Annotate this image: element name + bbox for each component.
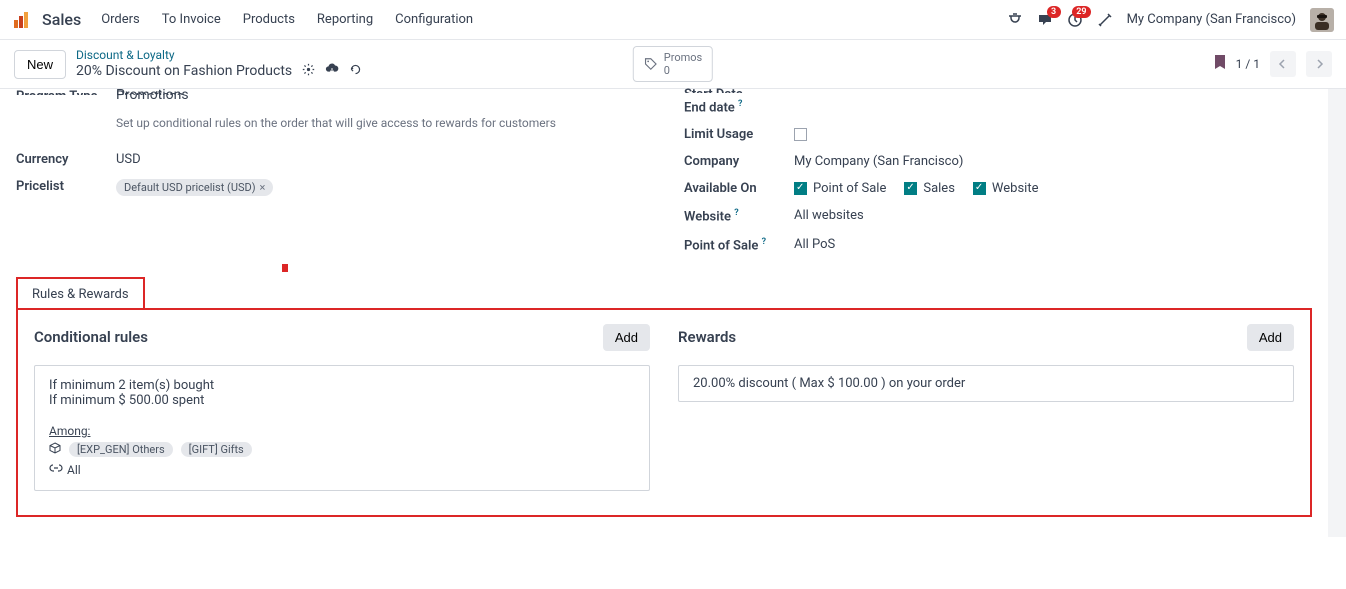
help-icon[interactable]: ? bbox=[762, 237, 766, 247]
rules-title: Conditional rules bbox=[34, 328, 148, 346]
app-title[interactable]: Sales bbox=[42, 10, 81, 29]
topbar-right: 3 29 My Company (San Francisco) bbox=[1007, 8, 1334, 32]
company-selector[interactable]: My Company (San Francisco) bbox=[1127, 12, 1296, 27]
pricelist-tag-label: Default USD pricelist (USD) bbox=[124, 181, 256, 194]
company-label: Company bbox=[684, 154, 794, 169]
nav-configuration[interactable]: Configuration bbox=[395, 12, 473, 27]
phone-icon[interactable] bbox=[1007, 12, 1023, 28]
conditional-rules-section: Conditional rules Add If minimum 2 item(… bbox=[34, 324, 650, 491]
pager-next-button[interactable] bbox=[1306, 51, 1332, 77]
pos-label: Point of Sale ? bbox=[684, 237, 794, 253]
company-value[interactable]: My Company (San Francisco) bbox=[794, 154, 1312, 169]
end-date-label: End date ? bbox=[684, 99, 794, 115]
app-logo-icon bbox=[12, 10, 32, 30]
user-avatar[interactable] bbox=[1310, 8, 1334, 32]
tab-rules-rewards[interactable]: Rules & Rewards bbox=[16, 277, 145, 310]
bookmark-icon[interactable] bbox=[1214, 55, 1226, 73]
reward-card[interactable]: 20.00% discount ( Max $ 100.00 ) on your… bbox=[678, 365, 1294, 402]
program-type-value-display[interactable]: Promotions bbox=[116, 87, 644, 103]
limit-usage-label: Limit Usage bbox=[684, 127, 794, 142]
website-label: Website ? bbox=[684, 208, 794, 224]
website-checkbox[interactable] bbox=[973, 182, 986, 195]
cube-icon bbox=[49, 442, 61, 457]
rule-line-2: If minimum $ 500.00 spent bbox=[49, 393, 635, 408]
pager-prev-button[interactable] bbox=[1270, 51, 1296, 77]
tools-icon[interactable] bbox=[1097, 12, 1113, 28]
nav-reporting[interactable]: Reporting bbox=[317, 12, 373, 27]
website-value[interactable]: All websites bbox=[794, 208, 1312, 223]
available-on-label: Available On bbox=[684, 181, 794, 196]
start-date-label: Start Date bbox=[684, 87, 794, 93]
link-icon bbox=[49, 463, 63, 478]
sales-checkbox[interactable] bbox=[904, 182, 917, 195]
promos-count: 0 bbox=[664, 64, 702, 77]
record-title: 20% Discount on Fashion Products bbox=[76, 63, 292, 79]
available-sales[interactable]: Sales bbox=[904, 181, 955, 196]
help-icon[interactable]: ? bbox=[734, 208, 738, 218]
pager-text[interactable]: 1 / 1 bbox=[1236, 57, 1260, 71]
currency-value[interactable]: USD bbox=[116, 152, 644, 167]
all-label: All bbox=[67, 463, 81, 477]
product-tag-1[interactable]: [EXP_GEN] Others bbox=[69, 442, 173, 457]
tag-icon bbox=[644, 57, 658, 71]
gear-icon[interactable] bbox=[302, 63, 315, 80]
breadcrumb-parent[interactable]: Discount & Loyalty bbox=[76, 48, 362, 62]
scrollbar[interactable] bbox=[1328, 89, 1346, 537]
pricelist-tag[interactable]: Default USD pricelist (USD) × bbox=[116, 179, 273, 196]
help-icon[interactable]: ? bbox=[738, 99, 742, 109]
promos-stat-button[interactable]: Promos 0 bbox=[633, 46, 713, 82]
form-view: Program Type Promotions x Promotions Set… bbox=[0, 89, 1328, 537]
limit-usage-checkbox[interactable] bbox=[794, 128, 807, 141]
close-icon[interactable]: × bbox=[260, 181, 266, 194]
pricelist-label: Pricelist bbox=[16, 179, 116, 194]
add-reward-button[interactable]: Add bbox=[1247, 324, 1294, 351]
activities-icon[interactable]: 29 bbox=[1067, 12, 1083, 28]
main-nav: Orders To Invoice Products Reporting Con… bbox=[101, 12, 473, 27]
among-label: Among: bbox=[49, 424, 635, 438]
undo-icon[interactable] bbox=[349, 63, 362, 80]
available-pos[interactable]: Point of Sale bbox=[794, 181, 886, 196]
rule-line-1: If minimum 2 item(s) bought bbox=[49, 378, 635, 393]
rewards-title: Rewards bbox=[678, 328, 736, 346]
messages-icon[interactable]: 3 bbox=[1037, 12, 1053, 28]
breadcrumb-current: 20% Discount on Fashion Products bbox=[76, 62, 362, 80]
product-tag-2[interactable]: [GIFT] Gifts bbox=[181, 442, 252, 457]
program-type-help: Set up conditional rules on the order th… bbox=[16, 112, 644, 140]
breadcrumb: Discount & Loyalty 20% Discount on Fashi… bbox=[76, 48, 362, 80]
rewards-section: Rewards Add 20.00% discount ( Max $ 100.… bbox=[678, 324, 1294, 491]
nav-orders[interactable]: Orders bbox=[101, 12, 140, 27]
messages-badge: 3 bbox=[1047, 6, 1061, 18]
rules-rewards-panel: Conditional rules Add If minimum 2 item(… bbox=[16, 308, 1312, 517]
nav-to-invoice[interactable]: To Invoice bbox=[162, 12, 221, 27]
add-rule-button[interactable]: Add bbox=[603, 324, 650, 351]
cloud-icon[interactable] bbox=[325, 62, 339, 80]
program-type-label: Program Type bbox=[16, 89, 116, 95]
subbar-right: 1 / 1 bbox=[1214, 51, 1332, 77]
right-column: Start Date End date ? Limit Usage Compan… bbox=[684, 89, 1312, 259]
available-website[interactable]: Website bbox=[973, 181, 1039, 196]
activities-badge: 29 bbox=[1072, 6, 1090, 18]
topbar: Sales Orders To Invoice Products Reporti… bbox=[0, 0, 1346, 40]
rule-card[interactable]: If minimum 2 item(s) bought If minimum $… bbox=[34, 365, 650, 491]
nav-products[interactable]: Products bbox=[243, 12, 295, 27]
promos-label: Promos bbox=[664, 51, 702, 64]
pos-value[interactable]: All PoS bbox=[794, 237, 1312, 252]
pos-checkbox[interactable] bbox=[794, 182, 807, 195]
left-column: Program Type Promotions x Promotions Set… bbox=[16, 89, 644, 259]
new-button[interactable]: New bbox=[14, 50, 66, 79]
currency-label: Currency bbox=[16, 152, 116, 167]
marker-icon bbox=[282, 264, 288, 272]
